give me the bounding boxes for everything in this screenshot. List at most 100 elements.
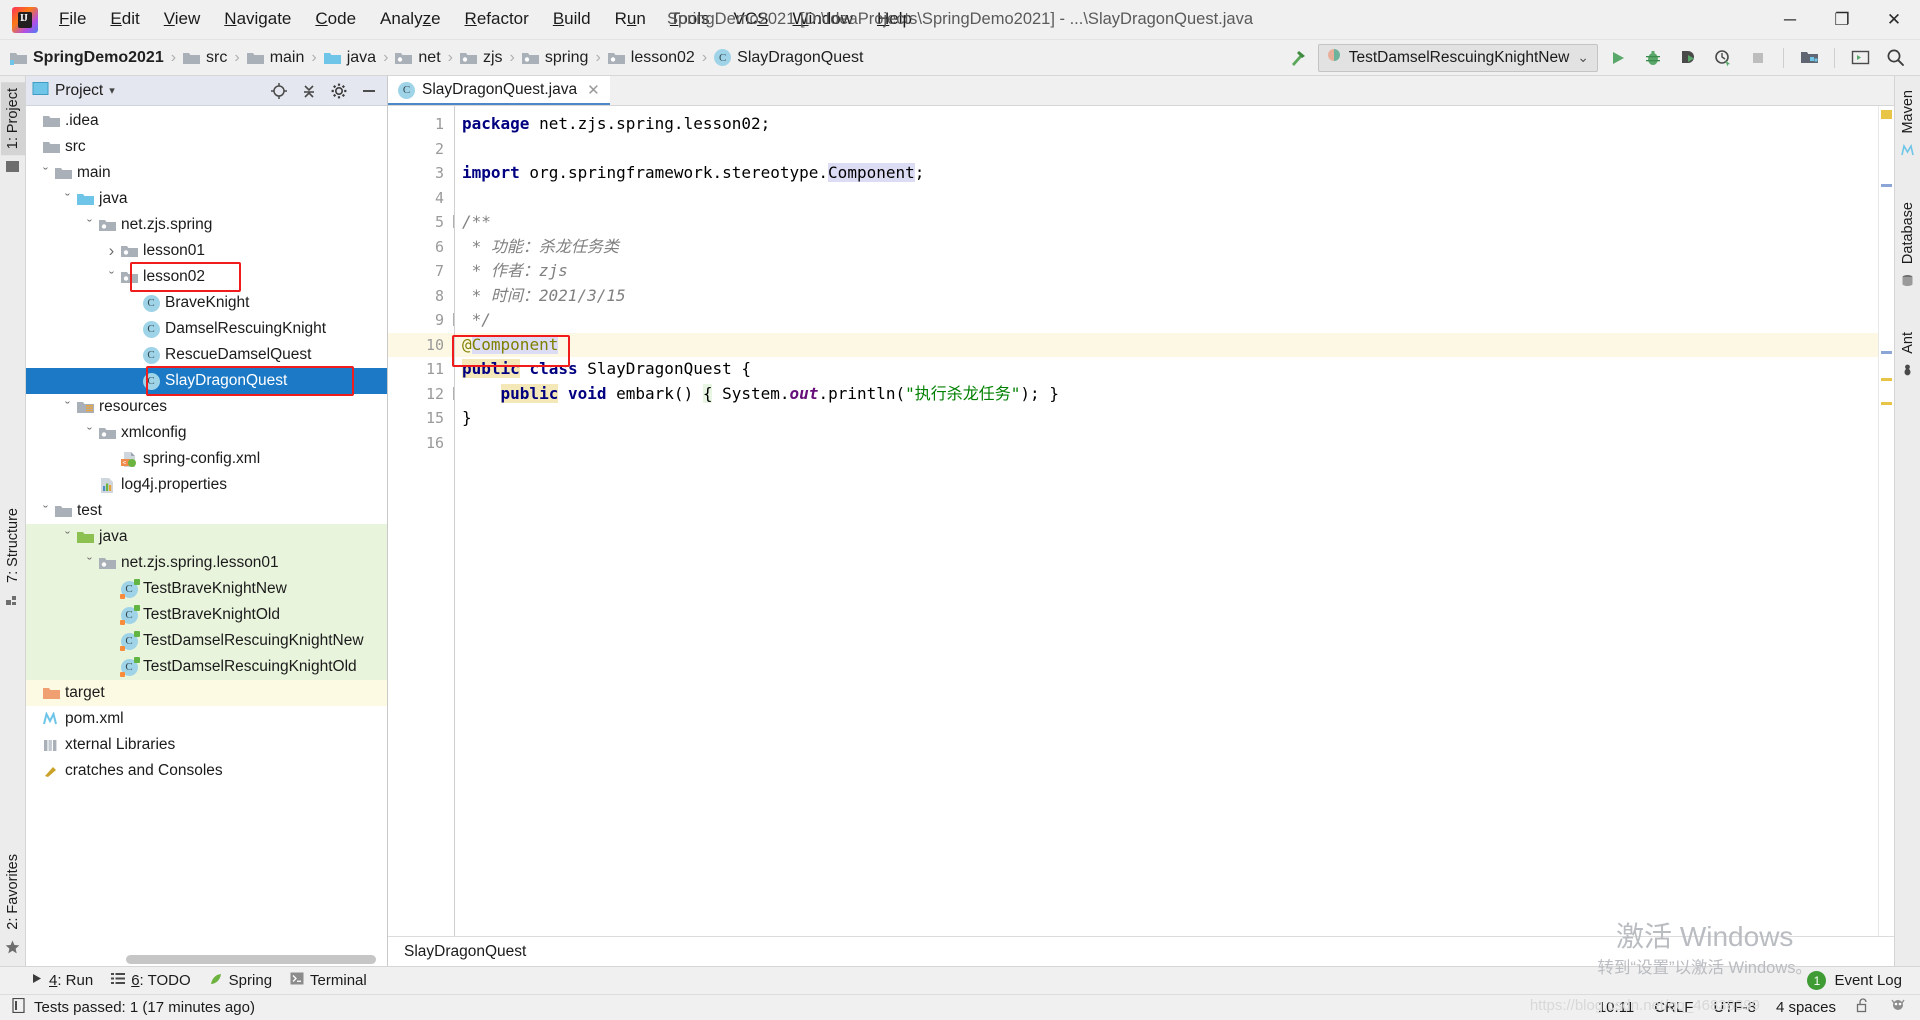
debug-icon[interactable] <box>1638 44 1668 72</box>
breadcrumb-zjs[interactable]: zjs <box>459 49 503 67</box>
settings-gear-icon[interactable] <box>327 80 351 102</box>
tree-node-testdamselrescuingknightold[interactable]: C TestDamselRescuingKnightOld <box>26 654 387 680</box>
tree-node-src[interactable]: src <box>26 134 387 160</box>
tree-node-resources[interactable]: ˇ resources <box>26 394 387 420</box>
chevron-down-icon[interactable]: ˇ <box>38 165 53 182</box>
breadcrumb-net[interactable]: net <box>395 49 441 67</box>
run-coverage-icon[interactable] <box>1673 44 1703 72</box>
terminal-icon[interactable] <box>1845 44 1875 72</box>
scrollbar-thumb[interactable] <box>126 955 376 964</box>
sidebar-item-maven[interactable]: Maven <box>1896 84 1920 140</box>
tree-node-xmlconfig[interactable]: ˇ xmlconfig <box>26 420 387 446</box>
tree-node-net-zjs-spring-lesson01[interactable]: ˇ net.zjs.spring.lesson01 <box>26 550 387 576</box>
sidebar-item-structure[interactable]: 7: Structure <box>1 502 25 589</box>
tree-node-java[interactable]: ˇ java <box>26 186 387 212</box>
line-separator[interactable]: CRLF <box>1654 999 1693 1016</box>
chevron-down-icon[interactable]: ˇ <box>82 555 97 572</box>
collapse-all-icon[interactable] <box>297 80 321 102</box>
maximize-button[interactable]: ❐ <box>1816 0 1868 40</box>
tree-node-java[interactable]: ˇ java <box>26 524 387 550</box>
chevron-down-icon[interactable]: ˇ <box>104 269 119 286</box>
tree-node-slaydragonquest[interactable]: C SlayDragonQuest <box>26 368 387 394</box>
close-button[interactable]: ✕ <box>1868 0 1920 40</box>
bottom-tab-todo[interactable]: 6: TODO <box>111 972 191 989</box>
warning-marker[interactable] <box>1881 402 1892 405</box>
chevron-down-icon[interactable]: ˇ <box>38 503 53 520</box>
unlocked-padlock-icon[interactable] <box>1856 998 1870 1017</box>
menu-edit[interactable]: Edit <box>99 6 150 33</box>
chevron-down-icon[interactable]: ⌄ <box>1577 49 1589 66</box>
sidebar-item-ant[interactable]: Ant <box>1896 326 1920 360</box>
event-log-label[interactable]: Event Log <box>1834 972 1902 989</box>
usage-marker[interactable] <box>1881 184 1892 187</box>
editor-marker-bar[interactable] <box>1878 106 1894 936</box>
hide-panel-icon[interactable] <box>357 80 381 102</box>
bottom-tab-spring[interactable]: Spring <box>209 972 272 990</box>
chevron-down-icon[interactable]: ˇ <box>82 217 97 234</box>
project-tree[interactable]: .idea src ˇ main ˇ java ˇ net.zjs.spring › lesson… <box>26 106 387 966</box>
chevron-down-icon[interactable]: ˇ <box>60 399 75 416</box>
sidebar-item-database[interactable]: Database <box>1896 196 1920 270</box>
breadcrumb-spring[interactable]: spring <box>521 49 588 67</box>
tree-node-damselrescuingknight[interactable]: C DamselRescuingKnight <box>26 316 387 342</box>
tree-node-log4j-properties[interactable]: log4j.properties <box>26 472 387 498</box>
tree-node-testbraveknightold[interactable]: C TestBraveKnightOld <box>26 602 387 628</box>
menu-run[interactable]: Run <box>604 6 657 33</box>
menu-build[interactable]: Build <box>542 6 602 33</box>
tree-node-net-zjs-spring[interactable]: ˇ net.zjs.spring <box>26 212 387 238</box>
menu-tools[interactable]: Tools <box>659 6 721 33</box>
profiler-icon[interactable] <box>1708 44 1738 72</box>
code-text[interactable]: package net.zjs.spring.lesson02; import … <box>454 106 1878 936</box>
tree-node-xternal-libraries[interactable]: xternal Libraries <box>26 732 387 758</box>
menu-analyze[interactable]: Analyze <box>369 6 452 33</box>
bottom-tab-terminal[interactable]: Terminal <box>290 972 367 989</box>
tree-node-test[interactable]: ˇ test <box>26 498 387 524</box>
sidebar-item-favorites[interactable]: 2: Favorites <box>1 848 25 936</box>
warning-marker[interactable] <box>1881 110 1892 119</box>
run-icon[interactable] <box>1603 44 1633 72</box>
caret-position[interactable]: 10:11 <box>1598 999 1634 1016</box>
bottom-tab-run[interactable]: 4: Run <box>30 972 93 989</box>
search-everywhere-icon[interactable] <box>1880 44 1910 72</box>
tree-node-braveknight[interactable]: C BraveKnight <box>26 290 387 316</box>
menu-refactor[interactable]: Refactor <box>454 6 540 33</box>
main-menu-bar[interactable]: File Edit View Navigate Code Analyze Ref… <box>48 6 923 33</box>
tree-node-idea[interactable]: .idea <box>26 108 387 134</box>
tree-node-testdamselrescuingknightnew[interactable]: C TestDamselRescuingKnightNew <box>26 628 387 654</box>
tree-node-pom-xml[interactable]: pom.xml <box>26 706 387 732</box>
menu-vcs[interactable]: VCS <box>723 6 780 33</box>
locate-target-icon[interactable] <box>267 80 291 102</box>
editor-tab-slaydragonquest[interactable]: C SlayDragonQuest.java ✕ <box>388 76 610 105</box>
usage-marker[interactable] <box>1881 351 1892 354</box>
breadcrumb-java[interactable]: java <box>323 49 376 67</box>
tree-node-testbraveknightnew[interactable]: C TestBraveKnightNew <box>26 576 387 602</box>
chevron-right-icon[interactable]: › <box>104 241 119 261</box>
menu-navigate[interactable]: Navigate <box>213 6 302 33</box>
sidebar-item-project[interactable]: 1: Project <box>0 82 25 156</box>
tree-node-spring-config-xml[interactable]: < spring-config.xml <box>26 446 387 472</box>
menu-window[interactable]: Window <box>782 6 864 33</box>
indent-setting[interactable]: 4 spaces <box>1776 999 1836 1016</box>
event-log-area[interactable]: 1 Event Log <box>1807 971 1920 990</box>
minimize-button[interactable]: ─ <box>1764 0 1816 40</box>
build-hammer-icon[interactable] <box>1283 44 1313 72</box>
chevron-down-icon[interactable]: ˇ <box>82 425 97 442</box>
breadcrumb-src[interactable]: src <box>183 49 227 67</box>
breadcrumb-springdemo2021[interactable]: SpringDemo2021 <box>10 49 164 67</box>
tree-horizontal-scrollbar[interactable] <box>26 952 387 966</box>
chevron-down-icon[interactable]: ˇ <box>60 529 75 546</box>
tree-node-target[interactable]: target <box>26 680 387 706</box>
tree-node-main[interactable]: ˇ main <box>26 160 387 186</box>
tree-node-lesson01[interactable]: › lesson01 <box>26 238 387 264</box>
breadcrumb-lesson02[interactable]: lesson02 <box>607 49 695 67</box>
hector-inspection-icon[interactable] <box>1890 998 1906 1017</box>
code-editor[interactable]: 1 2 3 4 5 − 6 7 8 9 − 10 11 <box>388 106 1894 936</box>
breadcrumb-slaydragonquest[interactable]: C SlayDragonQuest <box>714 49 863 67</box>
project-structure-icon[interactable] <box>1794 44 1824 72</box>
chevron-down-icon[interactable]: ˇ <box>60 191 75 208</box>
close-icon[interactable]: ✕ <box>587 81 600 99</box>
menu-code[interactable]: Code <box>304 6 367 33</box>
run-configuration-selector[interactable]: TestDamselRescuingKnightNew ⌄ <box>1317 43 1598 72</box>
warning-marker[interactable] <box>1881 378 1892 381</box>
tree-node-lesson02[interactable]: ˇ lesson02 <box>26 264 387 290</box>
